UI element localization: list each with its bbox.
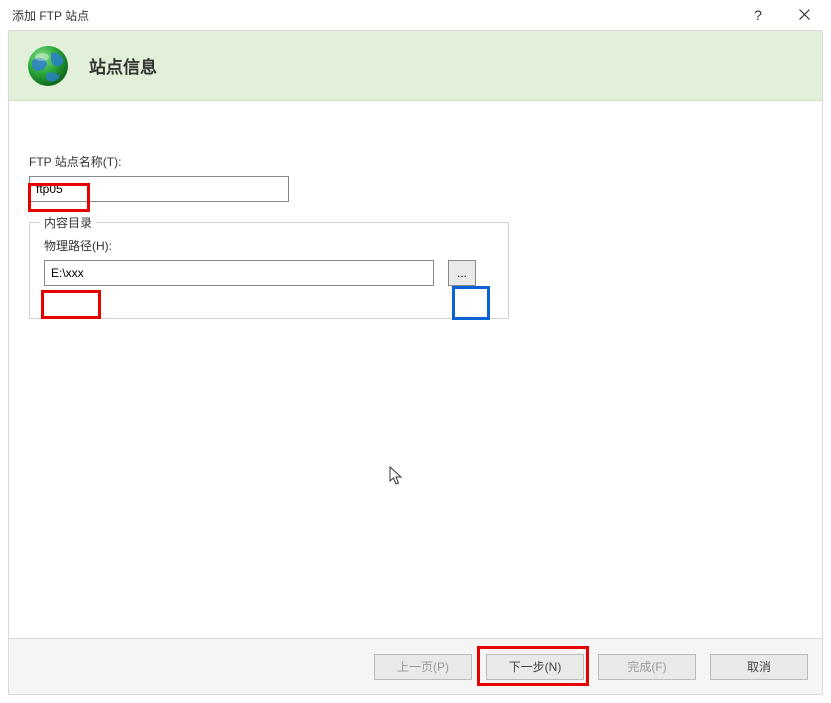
window-title: 添加 FTP 站点	[12, 7, 749, 24]
physpath-row: ...	[44, 260, 494, 286]
close-icon	[799, 9, 810, 20]
globe-icon	[25, 43, 71, 89]
titlebar: 添加 FTP 站点 ?	[0, 0, 831, 30]
sitename-label: FTP 站点名称(T):	[29, 153, 822, 170]
physpath-input[interactable]	[44, 260, 434, 286]
physpath-label: 物理路径(H):	[44, 237, 494, 254]
titlebar-buttons: ?	[749, 7, 821, 23]
content-area: FTP 站点名称(T): 内容目录 物理路径(H): ...	[9, 101, 822, 319]
next-button[interactable]: 下一步(N)	[486, 654, 584, 680]
prev-button[interactable]: 上一页(P)	[374, 654, 472, 680]
header-title: 站点信息	[89, 53, 157, 78]
cancel-button[interactable]: 取消	[710, 654, 808, 680]
finish-button[interactable]: 完成(F)	[598, 654, 696, 680]
header-band: 站点信息	[9, 31, 822, 101]
close-button[interactable]	[795, 7, 813, 23]
help-button[interactable]: ?	[749, 7, 767, 23]
footer: 上一页(P) 下一步(N) 完成(F) 取消	[9, 638, 822, 694]
sitename-input[interactable]	[29, 176, 289, 202]
dialog-frame: 站点信息 FTP 站点名称(T): 内容目录 物理路径(H): ... 上一页(…	[8, 30, 823, 695]
content-directory-fieldset: 内容目录 物理路径(H): ...	[29, 222, 509, 319]
fieldset-legend: 内容目录	[40, 214, 96, 231]
browse-button[interactable]: ...	[448, 260, 476, 286]
